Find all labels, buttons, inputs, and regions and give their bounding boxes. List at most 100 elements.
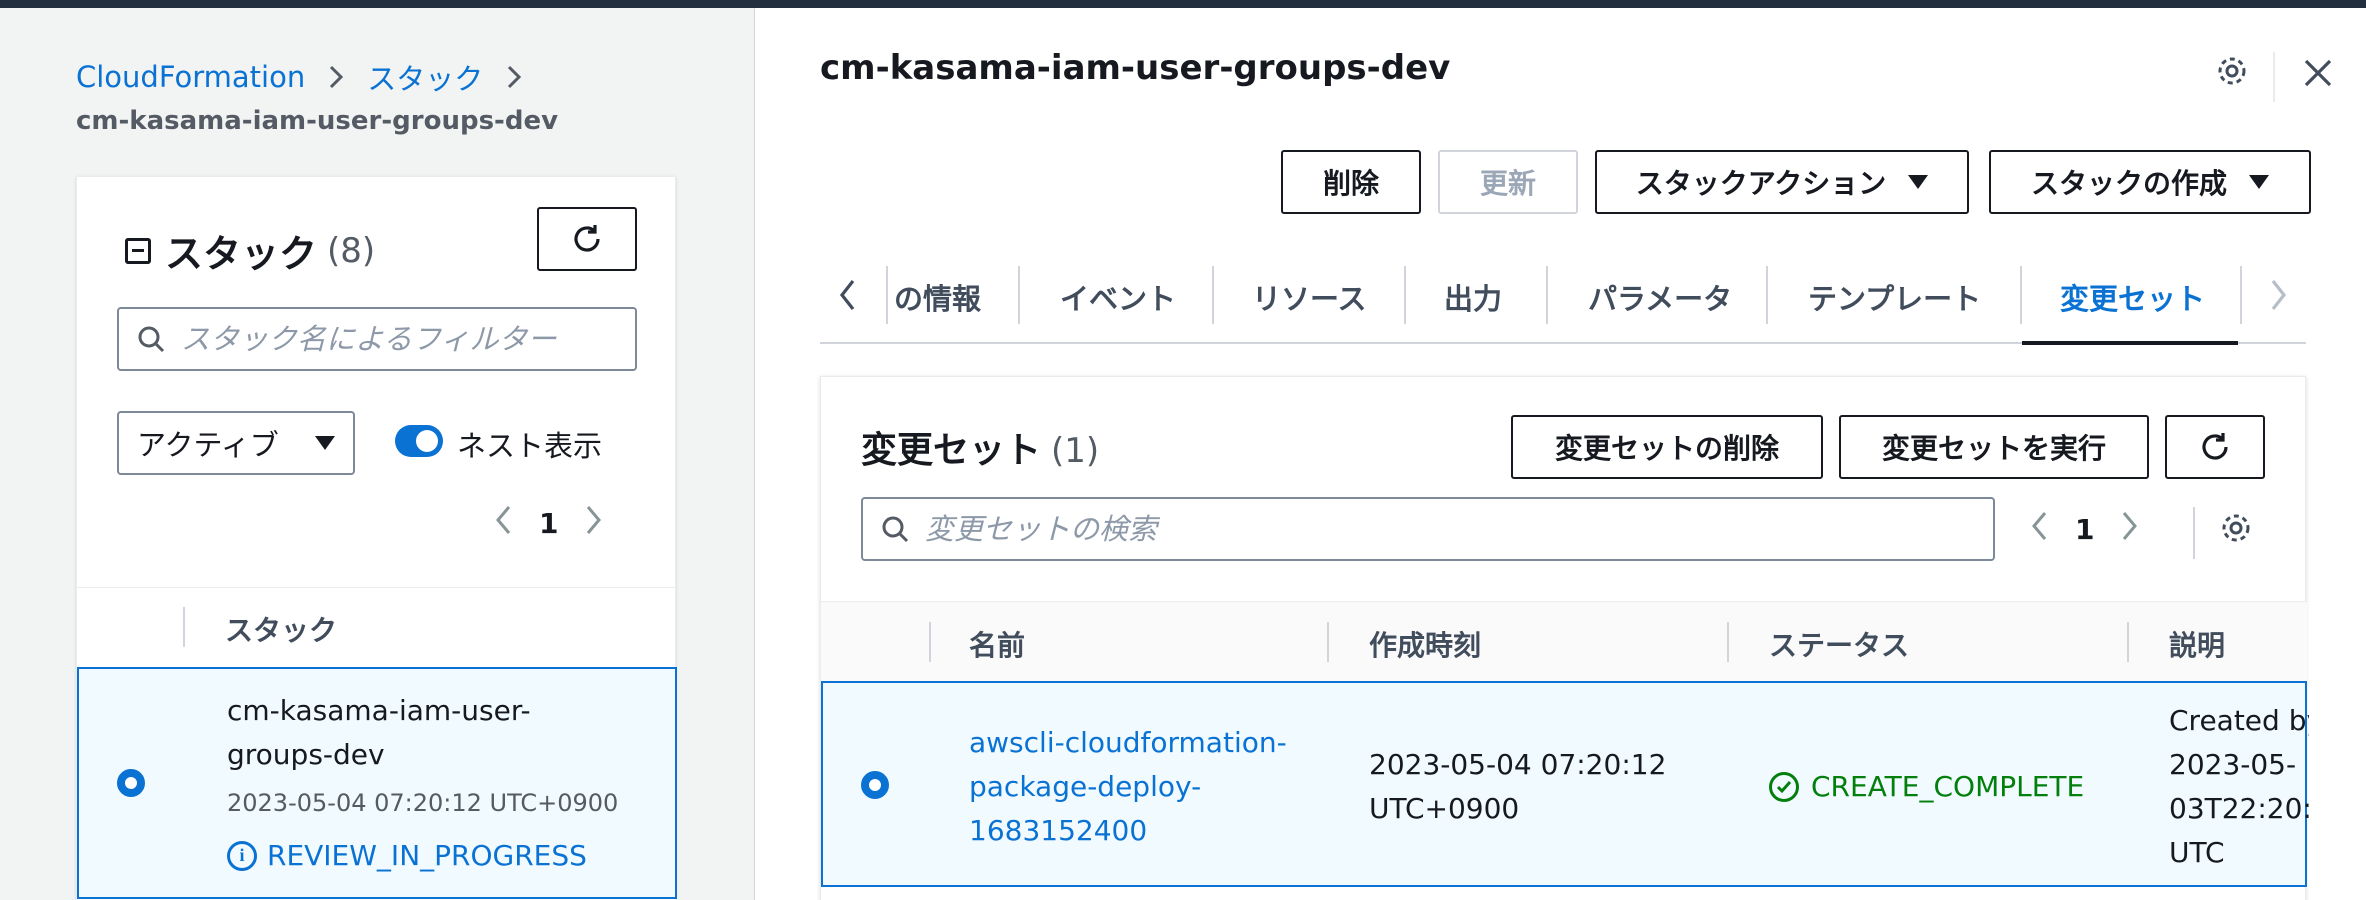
changeset-status: CREATE_COMPLETE [1811,770,2085,803]
stack-filter-input[interactable] [181,322,635,356]
chevron-right-icon[interactable] [2122,511,2138,548]
refresh-icon [2202,433,2228,460]
stack-actions-label: スタックアクション [1635,167,1887,200]
collapse-icon[interactable] [125,237,151,264]
divider [2273,52,2275,102]
execute-changeset-button[interactable]: 変更セットを実行 [1839,415,2149,479]
tab-separator [1546,266,1548,324]
status-filter-select[interactable]: アクティブ [117,411,355,475]
caret-down-icon [1908,175,1929,189]
delete-button[interactable]: 削除 [1281,150,1421,214]
breadcrumb-cloudformation[interactable]: CloudFormation [76,60,305,94]
chevron-left-icon[interactable] [838,278,856,316]
column-separator [2127,622,2129,662]
tab-events[interactable]: イベント [1060,276,1176,318]
search-icon [137,325,165,353]
stacks-panel-title: スタック [165,232,318,276]
chevron-right-icon [507,65,522,89]
page-title: cm-kasama-iam-user-groups-dev [820,48,1451,88]
close-icon[interactable] [2303,58,2333,92]
nested-view-toggle[interactable] [395,425,443,457]
column-header-status: ステータス [1769,629,1910,662]
status-badge: CREATE_COMPLETE [1769,765,2084,809]
chevron-left-icon[interactable] [2031,511,2047,548]
stack-filter-field[interactable] [117,307,637,371]
info-icon: i [227,840,257,871]
search-icon [881,515,909,543]
changeset-name-link[interactable]: awscli-cloudformation- package-deploy- 1… [969,721,1287,853]
changesets-panel: 変更セット (1) 変更セットの削除 変更セットを実行 1 名前 作成時刻 [820,376,2309,900]
caret-down-icon [2249,175,2269,189]
column-separator [1327,622,1329,662]
chevron-right-icon[interactable] [586,505,602,542]
tab-separator [1018,266,1020,324]
table-row[interactable]: awscli-cloudformation- package-deploy- 1… [821,681,2309,887]
gear-icon[interactable] [2215,54,2249,92]
check-circle-icon [1769,772,1799,802]
changesets-header: 変更セット (1) [861,421,1099,473]
gear-icon[interactable] [2219,511,2253,549]
nested-view-label: ネスト表示 [457,429,603,463]
status-badge: i REVIEW_IN_PROGRESS [227,839,587,872]
stacks-panel: スタック (8) アクティブ ネスト表示 1 スタック cm-kasama [76,176,677,900]
breadcrumb: CloudFormation スタック [76,56,545,98]
active-tab-indicator [2022,341,2238,345]
stack-actions-button[interactable]: スタックアクション [1595,150,1969,214]
refresh-icon [574,225,600,252]
tab-info[interactable]: の情報 [894,276,981,318]
changesets-title: 変更セット [861,430,1042,471]
chevron-left-icon[interactable] [495,505,511,542]
divider [2193,507,2195,559]
row-radio-selected[interactable] [117,769,145,797]
stack-status: REVIEW_IN_PROGRESS [267,839,587,872]
changeset-search-input[interactable] [925,512,1993,546]
chevron-right-icon[interactable] [2270,278,2288,316]
changeset-description: Created by 2023-05- 03T22:20:0 UTC [2169,704,2309,869]
table-row[interactable]: cm-kasama-iam-user-groups-dev 2023-05-04… [77,667,677,899]
column-separator [183,607,185,647]
column-separator [929,622,931,662]
column-header-created: 作成時刻 [1369,629,1482,662]
tab-parameters[interactable]: パラメータ [1588,276,1732,318]
delete-changeset-button[interactable]: 変更セットの削除 [1511,415,1823,479]
stack-list-pane: CloudFormation スタック cm-kasama-iam-user-g… [0,8,754,900]
tab-separator [886,266,888,324]
column-separator [1727,622,1729,662]
table-header: 名前 作成時刻 ステータス 説明 [821,601,2307,681]
stacks-panel-header: スタック (8) [125,223,375,278]
changesets-count: (1) [1051,431,1100,471]
tab-separator [1404,266,1406,324]
stack-detail-pane: cm-kasama-iam-user-groups-dev 削除 更新 スタック… [755,8,2366,900]
column-header-description: 説明 [2169,629,2226,662]
row-radio-selected[interactable] [861,771,889,799]
create-stack-button[interactable]: スタックの作成 [1989,150,2311,214]
tab-outputs[interactable]: 出力 [1444,276,1502,318]
column-header-name: 名前 [969,629,1026,662]
page-number[interactable]: 1 [539,507,558,540]
tab-template[interactable]: テンプレート [1808,276,1981,318]
tab-separator [2020,266,2022,324]
update-button[interactable]: 更新 [1438,150,1578,214]
column-header-stack: スタック [225,614,338,647]
tab-separator [1766,266,1768,324]
detail-tabs: の情報 イベント リソース 出力 パラメータ テンプレート 変更セット [820,254,2306,345]
breadcrumb-stacks[interactable]: スタック [367,56,483,98]
refresh-changesets-button[interactable] [2165,415,2265,479]
table-divider [77,587,675,588]
page-number[interactable]: 1 [2075,513,2094,546]
tab-resources[interactable]: リソース [1252,276,1367,318]
stack-name[interactable]: cm-kasama-iam-user-groups-dev [227,689,627,777]
changeset-search-field[interactable] [861,497,1995,561]
refresh-stacks-button[interactable] [537,207,637,271]
chevron-right-icon [329,65,344,89]
top-nav-bar [0,0,2366,8]
tab-changesets[interactable]: 変更セット [2060,276,2205,318]
changesets-pagination: 1 [2031,511,2138,548]
caret-down-icon [315,436,335,450]
stacks-count: (8) [327,230,376,271]
tab-separator [1212,266,1214,324]
status-filter-value: アクティブ [137,428,279,462]
create-stack-label: スタックの作成 [2030,167,2227,200]
changeset-created-time: 2023-05-04 07:20:12 UTC+0900 [1369,748,1667,825]
stacks-pagination: 1 [495,505,602,542]
